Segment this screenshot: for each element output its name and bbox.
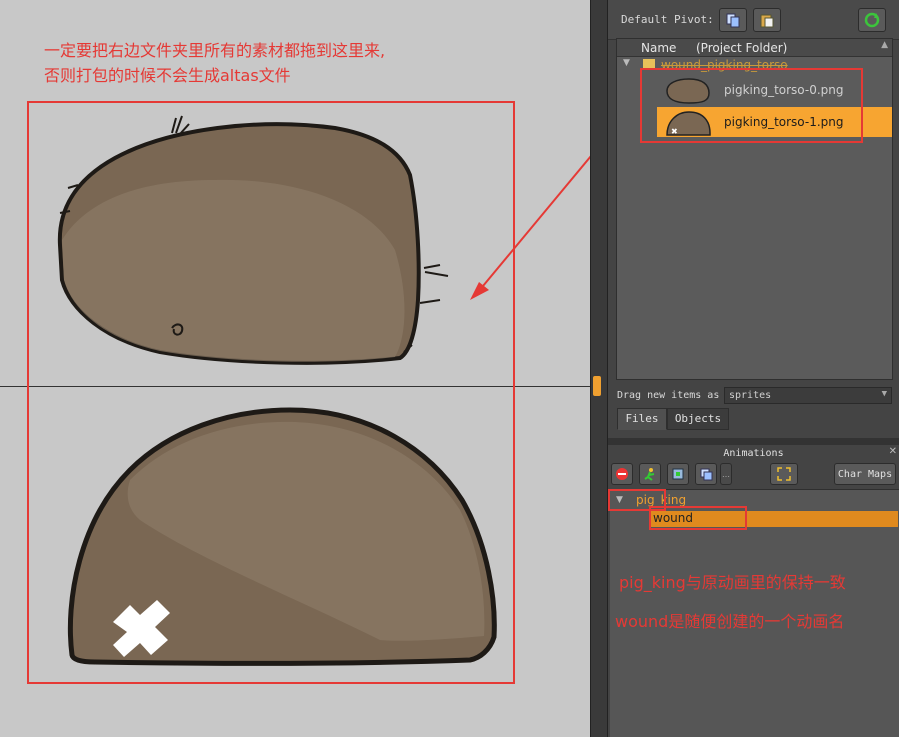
animation-label: wound: [653, 511, 693, 525]
sprite-pigking-torso-0[interactable]: [57, 115, 449, 365]
paste-pivot-button[interactable]: [753, 8, 781, 32]
panel-divider[interactable]: [608, 438, 899, 445]
project-folder-header: (Project Folder): [696, 41, 788, 55]
copy-pivot-button[interactable]: [719, 8, 747, 32]
delete-icon: [616, 468, 628, 480]
sprite-layer: [57, 115, 497, 666]
paste-pivot-icon: [760, 14, 774, 28]
file-label: pigking_torso-1.png: [724, 115, 844, 129]
pivot-toolbar: Default Pivot:: [608, 0, 899, 40]
tab-objects[interactable]: Objects: [667, 408, 729, 430]
folder-wound-pigking-torso[interactable]: ▼ wound_pigking_torso: [617, 57, 892, 73]
files-tree[interactable]: Name (Project Folder) ▲ ▼ wound_pigking_…: [616, 38, 893, 380]
char-maps-button[interactable]: Char Maps: [834, 463, 896, 485]
drag-mode-value: sprites: [729, 390, 772, 401]
drag-mode-select[interactable]: sprites ▼: [724, 387, 892, 404]
fit-view-button[interactable]: [770, 463, 798, 485]
duplicate-animation-button[interactable]: [695, 463, 717, 485]
add-frame-button[interactable]: [667, 463, 689, 485]
note-group-name: pig_king与原动画里的保持一致: [619, 573, 846, 592]
animation-row-wound[interactable]: wound: [650, 511, 898, 527]
expand-arrow-icon[interactable]: ▼: [616, 495, 623, 505]
file-label: pigking_torso-0.png: [724, 83, 844, 97]
file-row-pigking-torso-1[interactable]: ✖ pigking_torso-1.png: [657, 107, 892, 137]
chevron-down-icon: ▼: [881, 389, 887, 399]
files-header: Name (Project Folder) ▲: [617, 39, 892, 57]
refresh-icon: [864, 12, 880, 28]
fit-view-icon: [777, 467, 791, 481]
thumbnail-icon: ✖: [666, 111, 711, 136]
ellipsis-icon: …: [722, 469, 730, 479]
drag-mode-bar: Drag new items as sprites ▼: [608, 384, 899, 406]
folder-icon: [643, 59, 655, 69]
new-animation-button[interactable]: [639, 463, 661, 485]
default-pivot-label: Default Pivot:: [621, 13, 714, 26]
note-animation-name: wound是随便创建的一个动画名: [615, 612, 845, 631]
refresh-button[interactable]: [858, 8, 886, 32]
animation-group-pig-king[interactable]: pig_king: [636, 493, 686, 507]
delete-animation-button[interactable]: [611, 463, 633, 485]
drag-label: Drag new items as: [617, 390, 720, 401]
name-column-header[interactable]: Name: [641, 41, 676, 55]
sprite-pigking-torso-1[interactable]: [67, 407, 497, 666]
animations-title: Animations: [723, 448, 784, 459]
svg-text:✖: ✖: [671, 127, 678, 136]
copy-pivot-icon: [726, 13, 740, 28]
panel-splitter[interactable]: [590, 0, 608, 737]
animation-list[interactable]: ▼ pig_king wound pig_king与原动画里的保持一致 woun…: [610, 489, 899, 737]
splitter-grip-handle[interactable]: [593, 376, 601, 396]
folder-label: wound_pigking_torso: [661, 58, 788, 72]
tab-files[interactable]: Files: [617, 408, 667, 430]
sort-up-icon[interactable]: ▲: [881, 40, 888, 50]
sprite-canvas[interactable]: 一定要把右边文件夹里所有的素材都拖到这里来, 否则打包的时候不会生成altas文…: [0, 0, 590, 737]
close-icon[interactable]: ✕: [889, 446, 897, 457]
file-row-pigking-torso-0[interactable]: pigking_torso-0.png: [657, 75, 892, 105]
expand-arrow-icon[interactable]: ▼: [623, 58, 630, 68]
project-panel: Default Pivot: Name (Project Folder) ▲ ▼…: [608, 0, 899, 737]
thumbnail-icon: [666, 78, 710, 104]
add-frame-icon: [672, 468, 684, 480]
duplicate-icon: [700, 468, 713, 481]
more-options-button[interactable]: …: [720, 463, 732, 485]
run-figure-icon: [644, 468, 655, 481]
